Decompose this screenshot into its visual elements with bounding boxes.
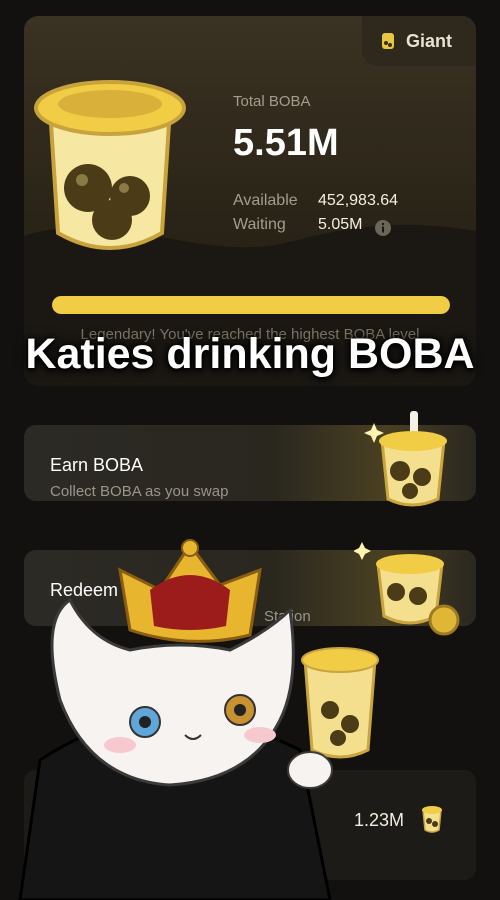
boba-level-progress xyxy=(52,296,450,314)
boba-cup-icon xyxy=(382,33,394,49)
waiting-label: Waiting xyxy=(233,216,286,233)
total-boba-value: 5.51M xyxy=(233,122,339,164)
progress-fill xyxy=(52,296,450,314)
level-badge[interactable]: Giant xyxy=(362,16,476,66)
total-boba-label: Total BOBA xyxy=(233,93,311,110)
available-value: 452,983.64 xyxy=(318,192,399,209)
cat-king-sticker xyxy=(18,539,379,900)
available-label: Available xyxy=(233,192,298,209)
waiting-value: 5.05M xyxy=(318,216,363,233)
earn-boba-title: Earn BOBA xyxy=(50,455,144,475)
level-badge-label: Giant xyxy=(406,30,453,51)
boba-drink-illustration xyxy=(364,411,447,507)
boba-cup-icon xyxy=(422,806,442,833)
overlay-caption: Katies drinking BOBA xyxy=(25,330,475,378)
earn-boba-subtitle: Collect BOBA as you swap xyxy=(50,483,229,500)
info-icon[interactable] xyxy=(374,219,392,237)
boba-cup-illustration xyxy=(34,80,186,250)
earn-boba-card[interactable]: Earn BOBA Collect BOBA as you swap xyxy=(24,411,476,507)
